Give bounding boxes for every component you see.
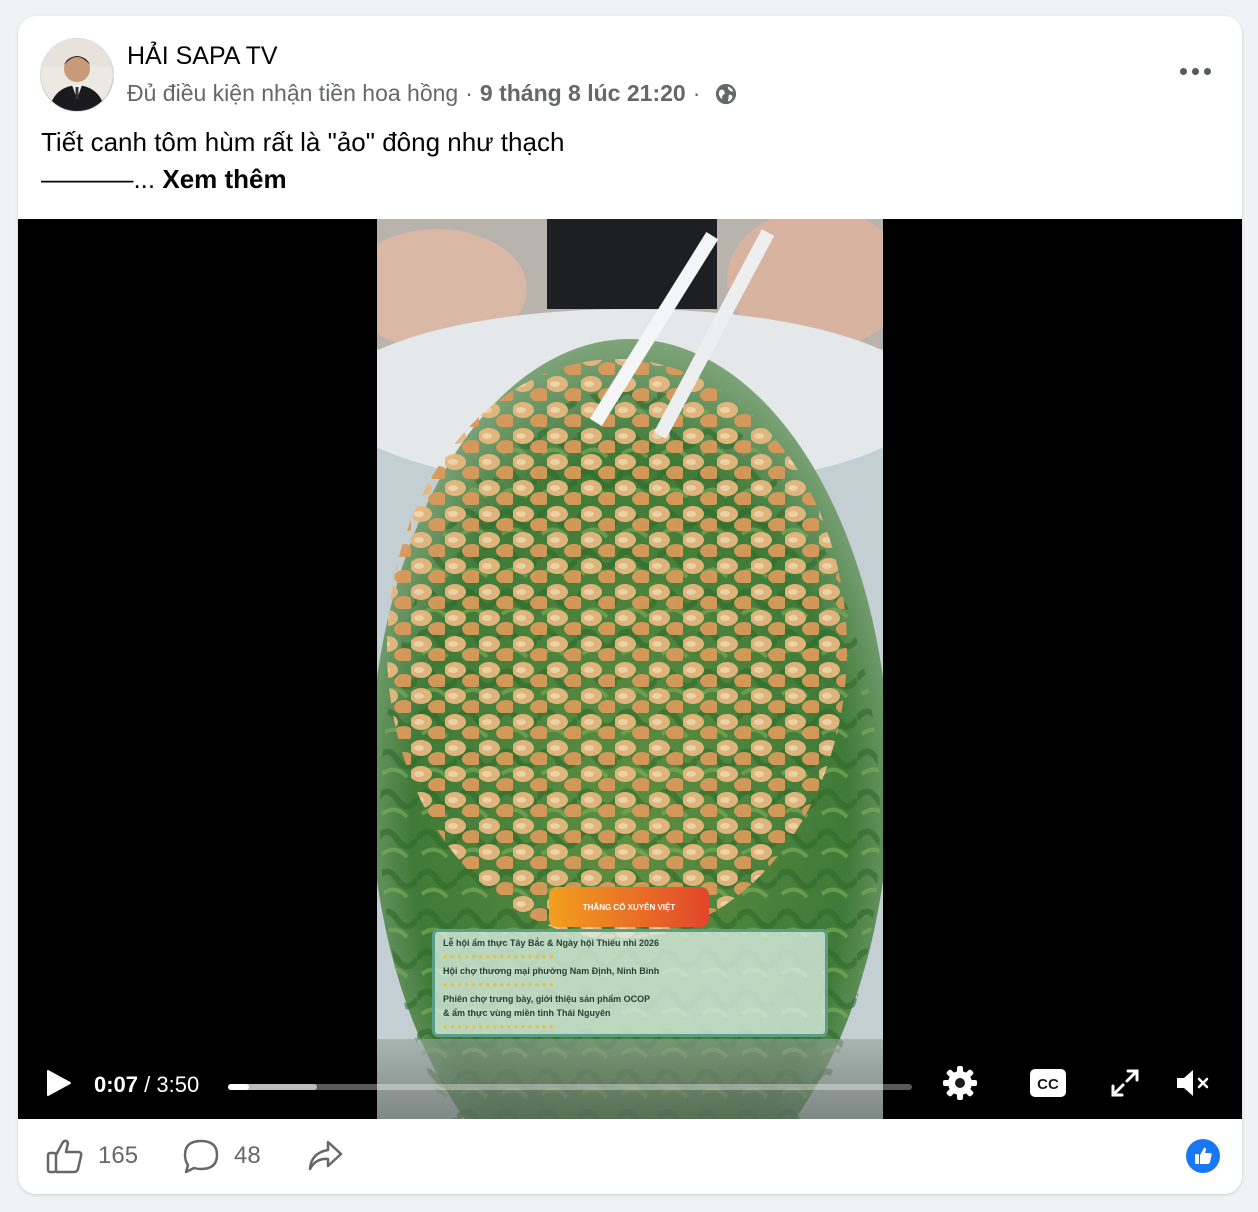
mute-button[interactable] xyxy=(1174,1063,1214,1103)
post-timestamp[interactable]: 9 tháng 8 lúc 21:20 xyxy=(480,80,686,107)
caption-line: Tiết canh tôm hùm rất là "ảo" đông như t… xyxy=(41,127,565,157)
fullscreen-button[interactable] xyxy=(1105,1063,1145,1103)
see-more-link[interactable]: Xem thêm xyxy=(162,164,286,194)
video-controls: 0:07 / 3:50 CC xyxy=(18,1039,1242,1119)
avatar-image xyxy=(41,39,113,111)
captions-button[interactable]: CC xyxy=(1028,1063,1068,1103)
current-time: 0:07 xyxy=(94,1072,139,1097)
settings-button[interactable] xyxy=(940,1063,980,1103)
caption-line: ———–... Xem thêm xyxy=(41,161,564,198)
author-name[interactable]: HẢI SAPA TV xyxy=(127,42,278,71)
monetization-status: Đủ điều kiện nhận tiền hoa hồng xyxy=(127,80,459,106)
reaction-like-badge[interactable] xyxy=(1186,1139,1220,1173)
like-button[interactable]: 165 xyxy=(46,1138,138,1174)
event-badge: THẮNG CỐ XUYÊN VIỆT xyxy=(549,887,709,927)
comment-icon xyxy=(183,1139,219,1174)
event-detail: ● ● ● ● ● ● ● ● ● ● ● ● ● ● ● ● xyxy=(443,980,554,989)
post-caption: Tiết canh tôm hùm rất là "ảo" đông như t… xyxy=(41,124,564,198)
fullscreen-icon xyxy=(1111,1069,1139,1097)
post-meta: Đủ điều kiện nhận tiền hoa hồng · 9 thán… xyxy=(127,80,737,107)
post-card: HẢI SAPA TV Đủ điều kiện nhận tiền hoa h… xyxy=(18,16,1242,1194)
avatar[interactable] xyxy=(40,38,114,112)
video-time: 0:07 / 3:50 xyxy=(94,1072,199,1098)
post-header: HẢI SAPA TV Đủ điều kiện nhận tiền hoa h… xyxy=(18,16,1242,216)
globe-icon[interactable] xyxy=(715,83,737,105)
caption-truncated: ———–... xyxy=(41,164,156,194)
event-title: & ẩm thực vùng miền tỉnh Thái Nguyên xyxy=(443,1008,611,1018)
event-detail: ● ● ● ● ● ● ● ● ● ● ● ● ● ● ● ● xyxy=(443,1022,554,1031)
event-title: Lễ hội ẩm thực Tây Bắc & Ngày hội Thiếu … xyxy=(443,938,660,948)
thumbs-up-icon xyxy=(1195,1147,1212,1164)
meta-separator: · xyxy=(465,80,473,106)
comment-count: 48 xyxy=(234,1142,261,1169)
svg-text:CC: CC xyxy=(1037,1076,1059,1093)
play-icon[interactable] xyxy=(46,1069,72,1097)
event-title: Hội chợ thương mại phường Nam Định, Ninh… xyxy=(443,966,660,976)
meta-separator: · xyxy=(692,80,701,106)
progress-played xyxy=(228,1084,249,1090)
event-title: Phiên chợ trưng bày, giới thiệu sản phẩm… xyxy=(443,994,651,1004)
video-player[interactable]: THẮNG CỐ XUYÊN VIỆT Lễ hội ẩm thực Tây B… xyxy=(18,219,1242,1119)
more-options-button[interactable] xyxy=(1170,54,1220,88)
video-frame[interactable]: THẮNG CỐ XUYÊN VIỆT Lễ hội ẩm thực Tây B… xyxy=(377,219,883,1119)
progress-bar[interactable] xyxy=(228,1084,912,1090)
total-time: / 3:50 xyxy=(144,1072,200,1097)
share-icon xyxy=(308,1140,343,1171)
muted-speaker-icon xyxy=(1177,1070,1209,1096)
event-info-board: Lễ hội ẩm thực Tây Bắc & Ngày hội Thiếu … xyxy=(432,929,828,1037)
post-actions: 165 48 xyxy=(18,1119,1242,1194)
thumbs-up-icon xyxy=(46,1139,83,1174)
like-count: 165 xyxy=(98,1142,139,1169)
event-detail: ● ● ● ● ● ● ● ● ● ● ● ● ● ● ● ● xyxy=(443,952,554,961)
gear-icon xyxy=(943,1066,977,1100)
more-icon xyxy=(1179,67,1187,75)
comment-button[interactable]: 48 xyxy=(182,1138,261,1174)
share-button[interactable] xyxy=(306,1138,344,1174)
cc-icon: CC xyxy=(1030,1069,1066,1097)
